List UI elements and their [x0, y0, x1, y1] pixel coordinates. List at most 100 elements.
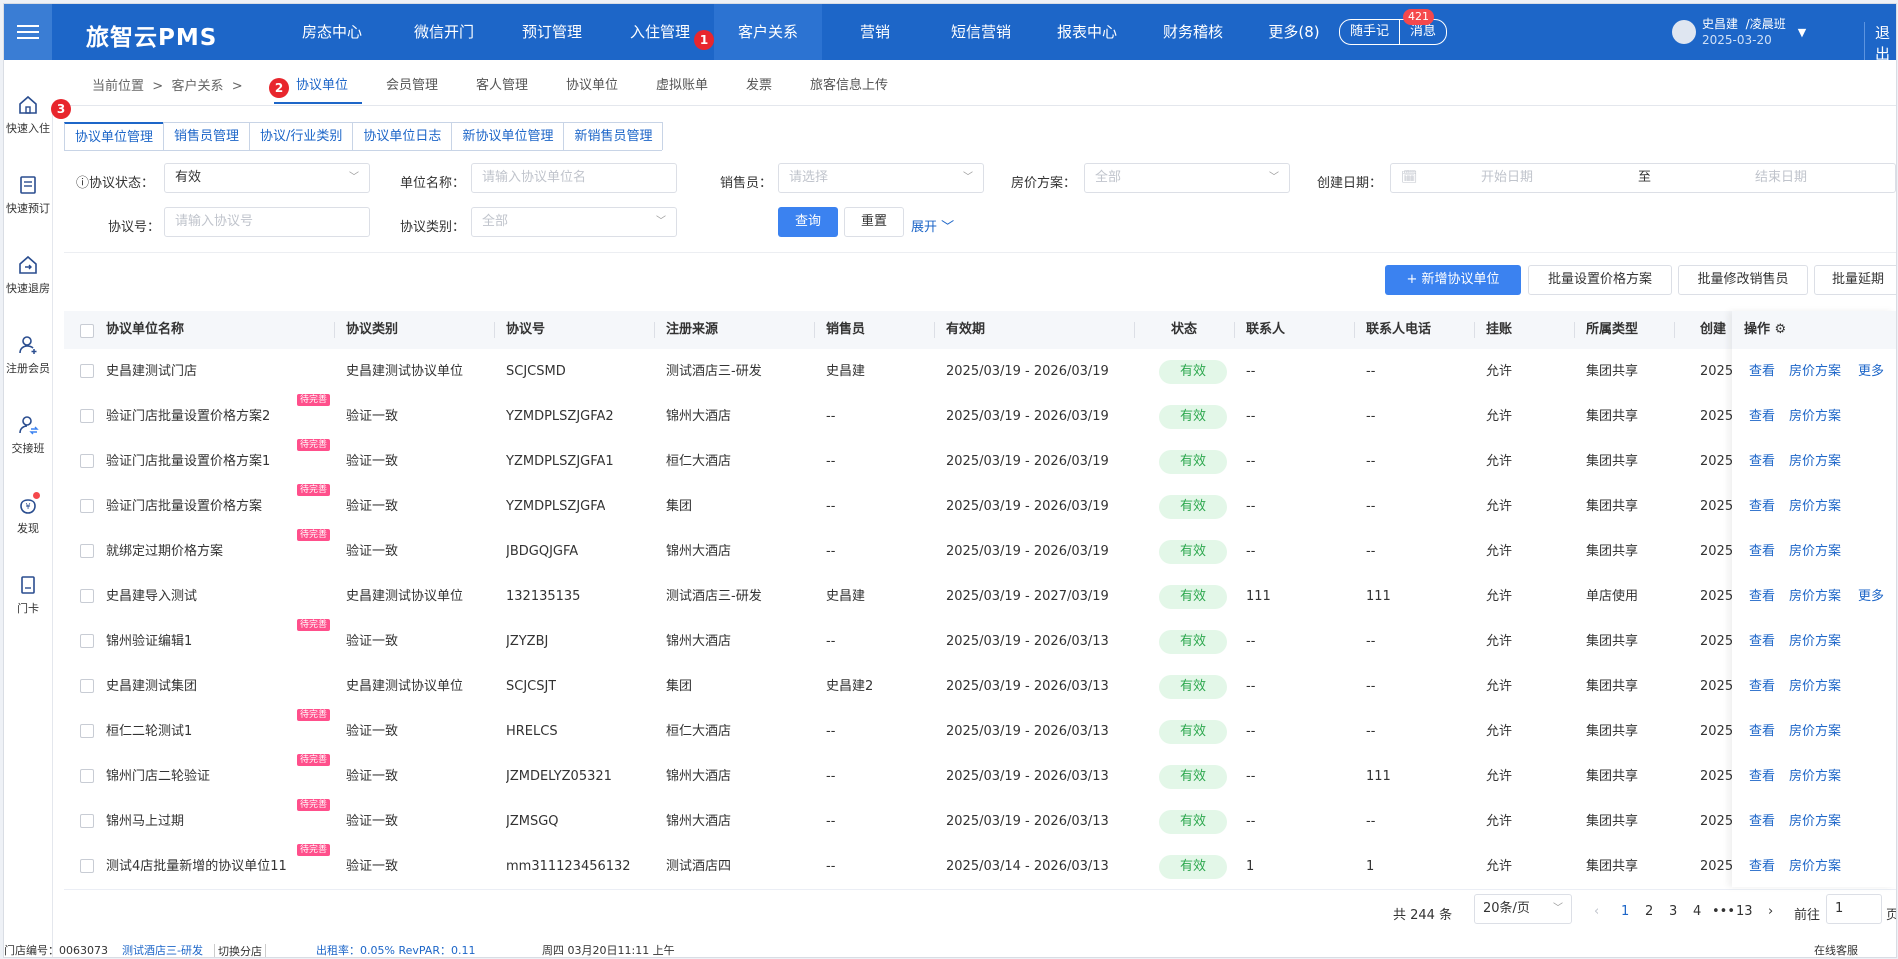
price-plan-link[interactable]: 房价方案: [1789, 664, 1841, 709]
price-plan-link[interactable]: 房价方案: [1789, 349, 1841, 394]
reset-button[interactable]: 重置: [844, 207, 904, 237]
page-ellipsis[interactable]: •••: [1712, 904, 1735, 919]
notes-button[interactable]: 随手记: [1340, 20, 1399, 44]
row-checkbox[interactable]: [80, 769, 94, 783]
sidebar-item-room-card[interactable]: 门卡: [4, 574, 52, 616]
view-link[interactable]: 查看: [1749, 709, 1775, 754]
expand-filters-link[interactable]: 展开 ﹀: [911, 216, 954, 235]
nav-finance-audit[interactable]: 财务稽核: [1140, 4, 1246, 60]
price-plan-select[interactable]: 全部 ﹀: [1084, 163, 1290, 193]
page-tab-traveler-upload[interactable]: 旅客信息上传: [810, 74, 888, 93]
price-plan-link[interactable]: 房价方案: [1789, 394, 1841, 439]
view-link[interactable]: 查看: [1749, 664, 1775, 709]
table-row[interactable]: 锦州马上过期 待完善 验证一致 JZMSGQ 锦州大酒店 -- 2025/03/19 - 2…: [64, 799, 1896, 845]
view-link[interactable]: 查看: [1749, 349, 1775, 394]
view-link[interactable]: 查看: [1749, 394, 1775, 439]
table-row[interactable]: 史昌建导入测试 史昌建测试协议单位 132135135 测试酒店三-研发 史昌建 2025…: [64, 574, 1896, 620]
page-tab-member-management[interactable]: 会员管理: [386, 74, 438, 93]
page-tab-guest-management[interactable]: 客人管理: [476, 74, 528, 93]
price-plan-link[interactable]: 房价方案: [1789, 799, 1841, 844]
page-size-select[interactable]: 20条/页 ﹀: [1474, 894, 1572, 924]
batch-edit-salesperson-button[interactable]: 批量修改销售员: [1678, 265, 1808, 295]
view-link[interactable]: 查看: [1749, 574, 1775, 619]
add-agreement-unit-button[interactable]: + 新增协议单位: [1385, 265, 1521, 295]
table-row[interactable]: 验证门店批量设置价格方案 待完善 验证一致 YZMDPLSZJGFA 集团 -- 2025/…: [64, 484, 1896, 530]
date-end-input[interactable]: 结束日期: [1755, 164, 1807, 192]
breadcrumb-item[interactable]: 客户关系: [171, 79, 223, 94]
date-start-input[interactable]: 开始日期: [1481, 164, 1533, 192]
gear-icon[interactable]: ⚙: [1775, 322, 1787, 337]
table-row[interactable]: 锦州验证编辑1 待完善 验证一致 JZYZBJ 锦州大酒店 -- 2025/03/19 - …: [64, 619, 1896, 665]
row-checkbox[interactable]: [80, 499, 94, 513]
nav-room-status[interactable]: 房态中心: [274, 4, 390, 60]
price-plan-link[interactable]: 房价方案: [1789, 754, 1841, 799]
switch-store-button[interactable]: 切换分店: [214, 944, 266, 957]
table-row[interactable]: 史昌建测试门店 史昌建测试协议单位 SCJCSMD 测试酒店三-研发 史昌建 2025/0…: [64, 349, 1896, 395]
user-menu[interactable]: 史昌建 /凌晨班 2025-03-20 ▼: [1672, 16, 1806, 48]
sidebar-item-quick-checkout[interactable]: 快速退房: [4, 254, 52, 296]
view-link[interactable]: 查看: [1749, 529, 1775, 574]
sidebar-item-register-member[interactable]: 注册会员: [4, 334, 52, 376]
row-checkbox[interactable]: [80, 724, 94, 738]
view-link[interactable]: 查看: [1749, 439, 1775, 484]
create-date-range[interactable]: 🗓 开始日期 至 结束日期: [1390, 163, 1896, 193]
row-checkbox[interactable]: [80, 589, 94, 603]
sidebar-item-quick-booking[interactable]: 快速预订: [4, 174, 52, 216]
subtab-salesperson-management[interactable]: 销售员管理: [163, 122, 251, 150]
menu-toggle-button[interactable]: [4, 4, 52, 60]
price-plan-link[interactable]: 房价方案: [1789, 529, 1841, 574]
table-row[interactable]: 验证门店批量设置价格方案2 待完善 验证一致 YZMDPLSZJGFA2 锦州大酒店 --…: [64, 394, 1896, 440]
batch-set-price-plan-button[interactable]: 批量设置价格方案: [1528, 265, 1672, 295]
subtab-new-salesperson-management[interactable]: 新销售员管理: [563, 122, 664, 150]
sidebar-item-quick-checkin[interactable]: 快速入住: [4, 94, 52, 136]
row-checkbox[interactable]: [80, 409, 94, 423]
page-4-button[interactable]: 4: [1693, 904, 1701, 919]
row-checkbox[interactable]: [80, 859, 94, 873]
select-all-checkbox[interactable]: [80, 324, 94, 338]
price-plan-link[interactable]: 房价方案: [1789, 619, 1841, 664]
page-1-button[interactable]: 1: [1621, 904, 1629, 919]
sidebar-item-shift-handover[interactable]: 交接班: [4, 414, 52, 456]
table-row[interactable]: 测试4店批量新增的协议单位11 待完善 验证一致 mm311123456132 测试酒店…: [64, 844, 1896, 890]
view-link[interactable]: 查看: [1749, 754, 1775, 799]
subtab-agreement-unit-log[interactable]: 协议单位日志: [352, 122, 453, 150]
view-link[interactable]: 查看: [1749, 484, 1775, 529]
sales-select[interactable]: 请选择 ﹀: [778, 163, 984, 193]
prev-page-button[interactable]: ‹: [1594, 904, 1599, 919]
price-plan-link[interactable]: 房价方案: [1789, 844, 1841, 889]
page-tab-agreement-unit[interactable]: 协议单位: [296, 74, 348, 93]
unit-name-input[interactable]: 请输入协议单位名: [471, 163, 677, 193]
page-tab-invoice[interactable]: 发票: [746, 74, 772, 93]
table-row[interactable]: 史昌建测试集团 史昌建测试协议单位 SCJCSJT 集团 史昌建2 2025/03/19 …: [64, 664, 1896, 710]
nav-more[interactable]: 更多(8): [1246, 4, 1342, 60]
page-3-button[interactable]: 3: [1669, 904, 1677, 919]
more-link[interactable]: 更多: [1858, 349, 1884, 394]
nav-customer-relations[interactable]: 客户关系: [714, 4, 822, 60]
table-row[interactable]: 验证门店批量设置价格方案1 待完善 验证一致 YZMDPLSZJGFA1 桓仁大酒店 --…: [64, 439, 1896, 485]
logout-button[interactable]: 退出: [1864, 22, 1896, 64]
subtab-agreement-unit-management[interactable]: 协议单位管理: [64, 122, 165, 150]
sidebar-item-discover[interactable]: ¥ 发现: [4, 494, 52, 536]
page-tab-virtual-bill[interactable]: 虚拟账单: [656, 74, 708, 93]
price-plan-link[interactable]: 房价方案: [1789, 439, 1841, 484]
view-link[interactable]: 查看: [1749, 844, 1775, 889]
batch-extend-button[interactable]: 批量延期: [1814, 265, 1896, 295]
online-service-link[interactable]: 在线客服: [1814, 944, 1858, 957]
query-button[interactable]: 查询: [778, 207, 838, 237]
table-row[interactable]: 就绑定过期价格方案 待完善 验证一致 JBDGQJGFA 锦州大酒店 -- 2025/03/…: [64, 529, 1896, 575]
view-link[interactable]: 查看: [1749, 619, 1775, 664]
row-checkbox[interactable]: [80, 634, 94, 648]
goto-page-input[interactable]: 1: [1826, 894, 1882, 924]
nav-reports[interactable]: 报表中心: [1034, 4, 1140, 60]
nav-reservation[interactable]: 预订管理: [498, 4, 606, 60]
price-plan-link[interactable]: 房价方案: [1789, 484, 1841, 529]
status-select[interactable]: 有效 ﹀: [164, 163, 370, 193]
subtab-industry-category[interactable]: 协议/行业类别: [249, 122, 354, 150]
nav-marketing[interactable]: 营销: [822, 4, 928, 60]
agreement-no-input[interactable]: 请输入协议号: [164, 207, 370, 237]
view-link[interactable]: 查看: [1749, 799, 1775, 844]
subtab-new-agreement-unit-management[interactable]: 新协议单位管理: [451, 122, 565, 150]
table-row[interactable]: 锦州门店二轮验证 待完善 验证一致 JZMDELYZ05321 锦州大酒店 -- 2025/…: [64, 754, 1896, 800]
row-checkbox[interactable]: [80, 364, 94, 378]
nav-sms-marketing[interactable]: 短信营销: [928, 4, 1034, 60]
